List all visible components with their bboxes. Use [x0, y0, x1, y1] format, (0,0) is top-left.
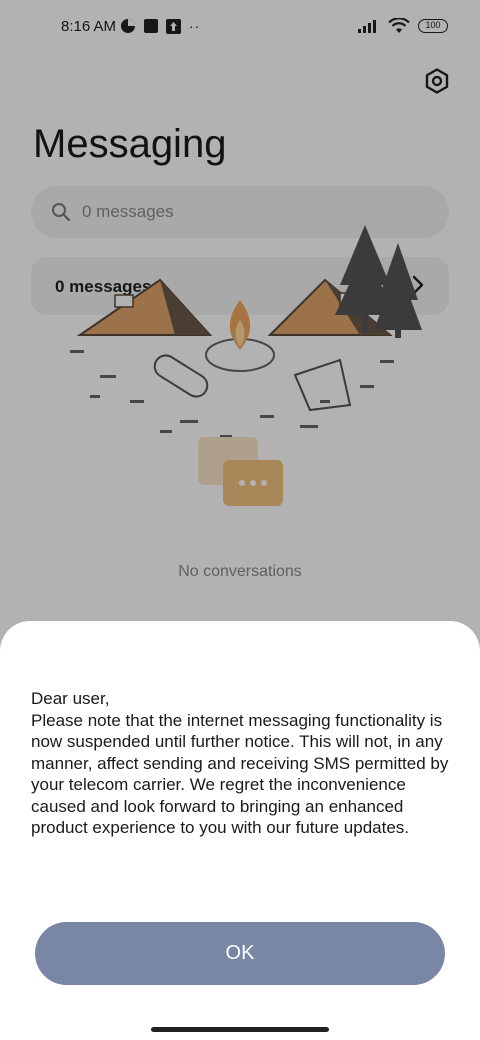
- dialog-message: Dear user, Please note that the internet…: [31, 689, 449, 837]
- notice-dialog: Dear user, Please note that the internet…: [0, 621, 480, 1040]
- ok-button[interactable]: OK: [35, 922, 445, 985]
- home-indicator[interactable]: [151, 1027, 329, 1032]
